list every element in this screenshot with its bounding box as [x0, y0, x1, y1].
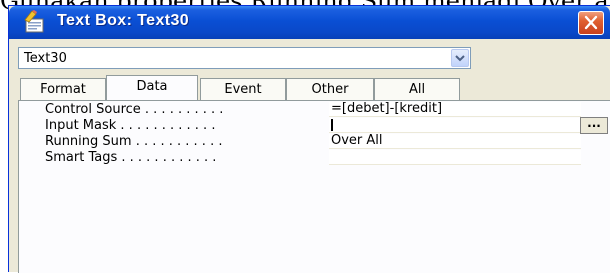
tab-data[interactable]: Data	[106, 75, 198, 100]
chevron-down-icon	[452, 51, 468, 70]
object-selector-dropdown-button[interactable]	[451, 49, 469, 67]
ellipsis-icon: ...	[587, 116, 601, 130]
tab-event[interactable]: Event	[200, 78, 286, 100]
input-mask-field[interactable]	[329, 118, 581, 133]
property-label-running-sum: Running Sum . . . . . . . . . . .	[45, 134, 223, 149]
tab-all[interactable]: All	[374, 78, 460, 100]
object-selector-combobox[interactable]: Text30	[18, 47, 471, 69]
smart-tags-field[interactable]	[329, 150, 581, 165]
properties-sheet-icon	[23, 10, 47, 34]
tab-format[interactable]: Format	[20, 78, 106, 100]
close-button[interactable]	[578, 11, 604, 35]
running-sum-field[interactable]: Over All	[329, 134, 581, 149]
title-bar[interactable]: Text Box: Text30	[9, 6, 610, 39]
property-label-smart-tags: Smart Tags . . . . . . . . . . . .	[45, 150, 217, 165]
tab-other[interactable]: Other	[286, 78, 374, 100]
tab-all-label: All	[408, 82, 426, 97]
tab-event-label: Event	[224, 82, 262, 97]
text-cursor	[331, 118, 333, 131]
tab-data-label: Data	[136, 79, 168, 94]
properties-panel: Control Source . . . . . . . . . . =[deb…	[18, 100, 610, 273]
tab-format-label: Format	[40, 82, 86, 97]
window-title: Text Box: Text30	[57, 12, 190, 29]
control-source-field[interactable]: =[debet]-[kredit]	[329, 102, 581, 117]
property-label-control-source: Control Source . . . . . . . . . .	[45, 102, 224, 117]
close-icon	[579, 15, 603, 38]
property-sheet-window: Text Box: Text30 Text30 Format Data Even…	[8, 5, 610, 273]
object-selector-value: Text30	[24, 51, 67, 66]
builder-button[interactable]: ...	[580, 117, 608, 134]
tab-other-label: Other	[311, 82, 349, 97]
property-label-input-mask: Input Mask . . . . . . . . . . . .	[45, 118, 216, 133]
